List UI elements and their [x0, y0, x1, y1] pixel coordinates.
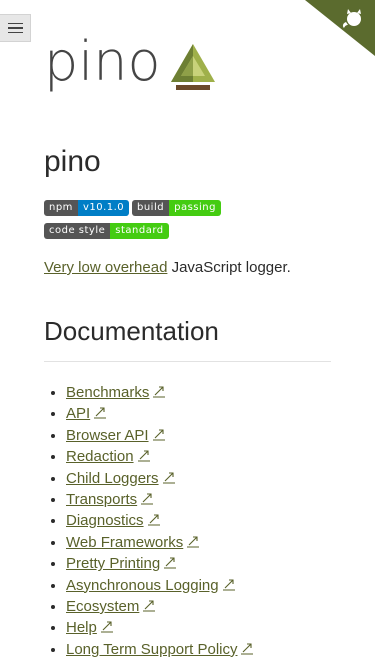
heading-divider [44, 361, 331, 362]
badge-label: code style [44, 223, 111, 239]
badge-label: build [132, 200, 170, 216]
external-link-icon [153, 386, 166, 398]
list-item: Redaction [44, 446, 254, 467]
doc-link[interactable]: Ecosystem [66, 598, 139, 615]
list-item: Pretty Printing [44, 553, 254, 574]
intro-rest-text: JavaScript logger. [167, 259, 291, 276]
intro-text: Very low overhead JavaScript logger. [44, 258, 291, 278]
bullet-icon [51, 433, 55, 438]
external-link-icon [94, 407, 107, 419]
list-item: Asynchronous Logging [44, 575, 254, 596]
code-style-badge[interactable]: code style standard [44, 223, 169, 239]
badge-value: standard [110, 223, 169, 239]
doc-link[interactable]: Browser API [66, 427, 149, 444]
external-link-icon [137, 450, 150, 462]
bullet-icon [51, 497, 55, 502]
page-title: pino [44, 145, 101, 178]
doc-link[interactable]: Web Frameworks [66, 534, 183, 551]
external-link-icon [222, 578, 235, 591]
doc-link[interactable]: Help [66, 619, 97, 636]
list-item: Transports [44, 489, 254, 510]
hamburger-menu-icon [7, 22, 23, 25]
list-item: Web Frameworks [44, 532, 254, 553]
list-item: Ecosystem [44, 596, 254, 617]
pine-tree-logo-icon [171, 44, 215, 90]
doc-link[interactable]: Pretty Printing [66, 555, 160, 572]
badge-value: passing [169, 200, 221, 216]
list-item: Benchmarks [44, 382, 254, 403]
bullet-icon [51, 476, 55, 481]
list-item: Diagnostics [44, 510, 254, 531]
list-item: API [44, 403, 254, 424]
external-link-icon [147, 514, 160, 526]
doc-link[interactable]: Child Loggers [66, 470, 159, 487]
bullet-icon [51, 519, 55, 524]
list-item: Browser API [44, 425, 254, 446]
badge-label: npm [44, 200, 78, 216]
bullet-icon [51, 455, 55, 460]
doc-link[interactable]: Asynchronous Logging [66, 577, 219, 594]
list-item: Long Term Support Policy [44, 639, 254, 660]
list-item: Help [44, 617, 254, 638]
npm-version-badge[interactable]: npm v10.1.0 [44, 200, 130, 216]
external-link-icon [187, 536, 200, 548]
bullet-icon [51, 626, 55, 631]
documentation-list: Benchmarks API Browser API Redaction Child L… [44, 382, 254, 660]
external-link-icon [164, 557, 177, 569]
github-corner-link[interactable] [305, 0, 375, 56]
external-link-icon [141, 493, 154, 505]
external-link-icon [241, 643, 254, 655]
doc-link[interactable]: Diagnostics [66, 512, 144, 529]
overhead-link[interactable]: Very low overhead [44, 259, 167, 276]
external-link-icon [143, 600, 156, 612]
bullet-icon [51, 412, 55, 417]
logo-text: pino [44, 30, 161, 93]
bullet-icon [51, 562, 55, 567]
bullet-icon [51, 647, 55, 652]
doc-link[interactable]: Benchmarks [66, 384, 149, 401]
external-link-icon [162, 472, 175, 484]
menu-button[interactable] [0, 14, 31, 42]
bullet-icon [51, 391, 55, 395]
build-status-badge[interactable]: build passing [132, 200, 221, 216]
badge-value: v10.1.0 [77, 200, 130, 216]
doc-link[interactable]: Redaction [66, 448, 134, 465]
bullet-icon [51, 540, 55, 545]
pino-logo: pino [44, 30, 224, 96]
bullet-icon [51, 604, 55, 609]
bullet-icon [51, 583, 55, 588]
list-item: Child Loggers [44, 468, 254, 489]
doc-link[interactable]: Long Term Support Policy [66, 641, 237, 658]
doc-link[interactable]: API [66, 405, 90, 422]
external-link-icon [152, 429, 165, 441]
documentation-heading: Documentation [44, 316, 219, 346]
external-link-icon [100, 621, 113, 633]
doc-link[interactable]: Transports [66, 491, 137, 508]
